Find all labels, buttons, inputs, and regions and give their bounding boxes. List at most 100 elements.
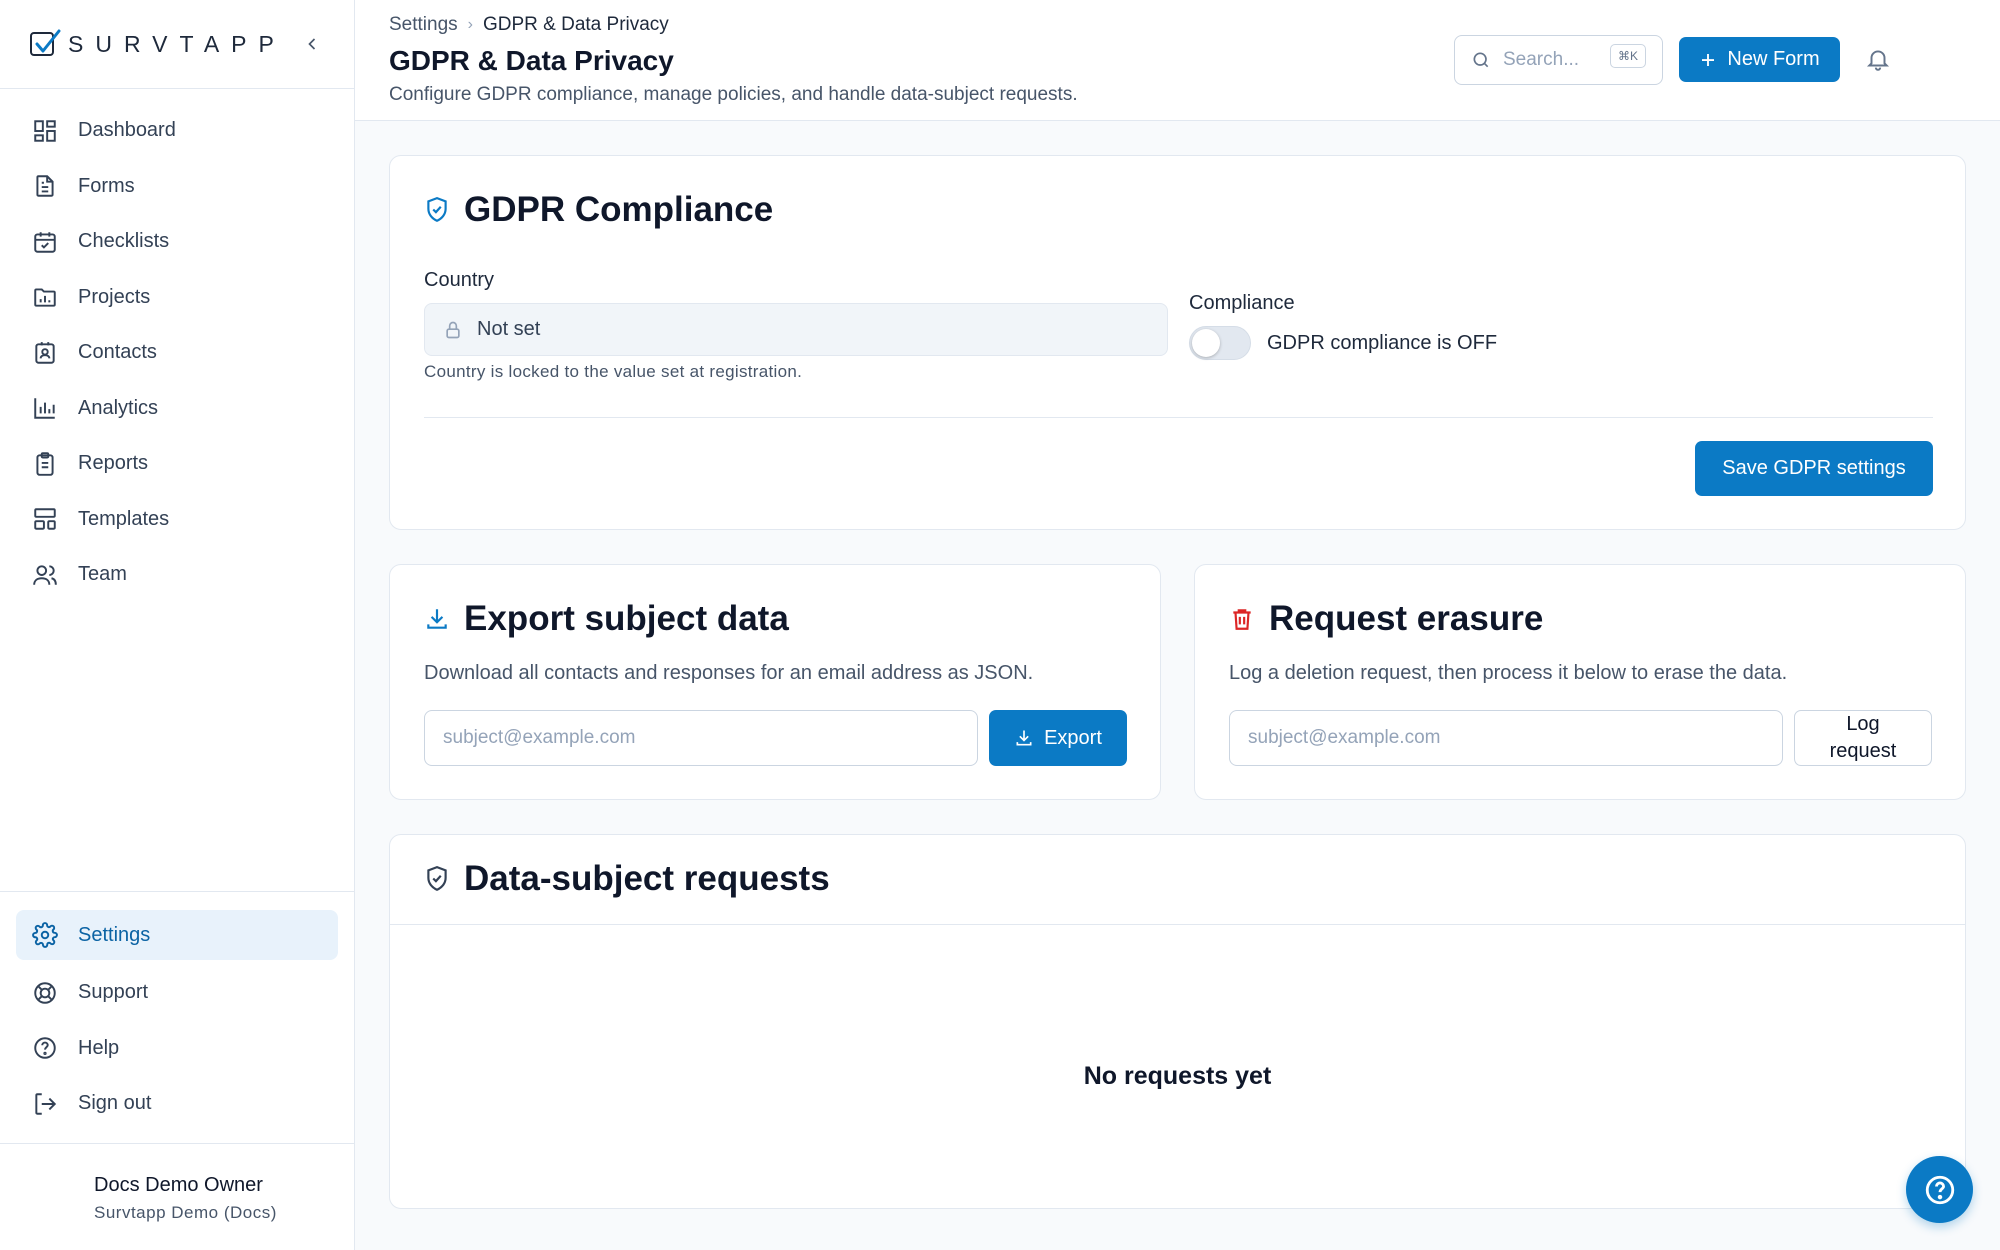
page-subtitle: Configure GDPR compliance, manage polici… — [389, 84, 1078, 105]
divider — [390, 924, 1965, 925]
plus-icon — [1702, 53, 1715, 66]
check-box-logo-icon — [30, 29, 61, 56]
export-button-label: Export — [1044, 726, 1102, 749]
sidebar-item-label: Help — [78, 1036, 120, 1059]
log-request-label: Log request — [1829, 713, 1897, 762]
export-button[interactable]: Export — [989, 710, 1127, 766]
calendar-check-icon — [34, 232, 56, 253]
bell-icon — [1866, 50, 1890, 71]
chevron-right-icon: › — [467, 16, 473, 33]
sidebar-item-team[interactable]: Team — [0, 547, 354, 603]
download-icon — [1016, 730, 1032, 746]
export-email-input[interactable] — [424, 710, 978, 766]
data-subject-requests-card: Data-subject requests No requests yet — [389, 834, 1966, 1209]
search-placeholder: Search... — [1503, 49, 1580, 70]
request-erasure-card: Request erasure Log a deletion request, … — [1194, 564, 1966, 800]
requests-empty-state: No requests yet — [1083, 1062, 1272, 1090]
search-input[interactable]: Search... ⌘K — [1454, 35, 1663, 85]
sidebar-item-label: Settings — [78, 923, 151, 946]
user-name: Docs Demo Owner — [94, 1174, 263, 1196]
toggle-knob — [1192, 329, 1220, 357]
page-title: GDPR & Data Privacy — [389, 45, 674, 76]
clipboard-icon — [36, 451, 54, 476]
requests-card-title: Data-subject requests — [424, 859, 830, 899]
user-org: Survtapp Demo (Docs) — [94, 1203, 277, 1222]
erasure-card-title: Request erasure — [1229, 599, 1543, 639]
breadcrumb: Settings › GDPR & Data Privacy — [389, 14, 669, 36]
sidebar-item-reports[interactable]: Reports — [0, 436, 354, 492]
sidebar-item-label: Reports — [78, 452, 149, 475]
export-card-title: Export subject data — [424, 599, 789, 639]
user-profile[interactable]: Docs Demo Owner Survtapp Demo (Docs) — [0, 1143, 354, 1250]
sidebar: SURVTAPP Dashboard Forms Checklists Proj… — [0, 0, 355, 1250]
sidebar-bottom-nav: Settings Support Help Sign out — [0, 891, 354, 1132]
page-header: Settings › GDPR & Data Privacy GDPR & Da… — [355, 0, 2000, 121]
gdpr-card-title: GDPR Compliance — [424, 190, 773, 230]
erasure-email-input[interactable] — [1229, 710, 1783, 766]
erasure-title-text: Request erasure — [1269, 599, 1544, 638]
document-icon — [36, 175, 54, 197]
folder-chart-icon — [34, 288, 56, 307]
shield-check-icon — [427, 866, 447, 891]
question-circle-icon — [34, 1037, 56, 1059]
sidebar-item-label: Forms — [78, 174, 135, 197]
sidebar-item-support[interactable]: Support — [0, 965, 354, 1021]
brand-name: SURVTAPP — [68, 30, 286, 57]
sign-out-icon — [35, 1093, 57, 1115]
sidebar-item-contacts[interactable]: Contacts — [0, 325, 354, 381]
new-form-label: New Form — [1727, 48, 1820, 70]
users-icon — [33, 565, 57, 585]
collapse-sidebar-button[interactable] — [300, 32, 324, 56]
sidebar-item-label: Sign out — [78, 1092, 152, 1115]
sidebar-item-settings[interactable]: Settings — [16, 910, 338, 960]
sidebar-item-label: Templates — [78, 507, 170, 530]
shield-check-icon — [427, 197, 447, 222]
new-form-button[interactable]: New Form — [1679, 37, 1840, 82]
search-shortcut: ⌘K — [1609, 44, 1646, 68]
sidebar-item-forms[interactable]: Forms — [0, 159, 354, 215]
dashboard-icon — [34, 120, 56, 142]
sidebar-item-projects[interactable]: Projects — [0, 270, 354, 326]
gdpr-title-text: GDPR Compliance — [464, 190, 774, 229]
question-circle-icon — [1925, 1175, 1954, 1204]
save-gdpr-settings-button[interactable]: Save GDPR settings — [1695, 441, 1933, 496]
erasure-description: Log a deletion request, then process it … — [1229, 662, 1788, 684]
compliance-toggle-row: GDPR compliance is OFF — [1189, 326, 1497, 360]
sidebar-item-templates[interactable]: Templates — [0, 492, 354, 548]
search-icon — [1473, 52, 1489, 68]
sidebar-item-help[interactable]: Help — [0, 1021, 354, 1077]
notifications-button[interactable] — [1865, 46, 1891, 72]
sidebar-item-checklists[interactable]: Checklists — [0, 214, 354, 270]
download-icon — [427, 609, 447, 629]
sidebar-item-label: Support — [78, 981, 149, 1004]
lifebuoy-icon — [34, 982, 56, 1004]
gear-icon — [32, 922, 58, 948]
country-label: Country — [424, 269, 495, 291]
sidebar-item-label: Projects — [78, 285, 151, 308]
sidebar-item-analytics[interactable]: Analytics — [0, 381, 354, 437]
breadcrumb-settings-link[interactable]: Settings — [389, 14, 458, 36]
lock-icon — [446, 321, 460, 338]
brand-logo[interactable]: SURVTAPP — [28, 27, 286, 61]
log-request-button[interactable]: Log request — [1794, 710, 1932, 766]
floating-help-button[interactable] — [1906, 1156, 1973, 1223]
brand-header: SURVTAPP — [0, 0, 354, 89]
requests-title-text: Data-subject requests — [464, 859, 830, 898]
sidebar-item-sign-out[interactable]: Sign out — [0, 1076, 354, 1132]
sidebar-item-dashboard[interactable]: Dashboard — [0, 103, 354, 159]
sidebar-item-label: Dashboard — [78, 119, 176, 142]
contact-card-icon — [35, 341, 55, 364]
compliance-status: GDPR compliance is OFF — [1267, 331, 1498, 354]
trash-icon — [1233, 609, 1251, 630]
layout-icon — [34, 508, 56, 530]
chevron-left-icon — [308, 38, 316, 50]
main-nav: Dashboard Forms Checklists Projects Cont… — [0, 89, 354, 603]
country-help-text: Country is locked to the value set at re… — [424, 362, 803, 381]
gdpr-compliance-card: GDPR Compliance Country Not set Country … — [389, 155, 1966, 530]
export-description: Download all contacts and responses for … — [424, 662, 1034, 684]
sidebar-item-label: Contacts — [78, 341, 157, 364]
sidebar-item-label: Team — [78, 563, 127, 586]
country-value: Not set — [477, 318, 541, 340]
export-title-text: Export subject data — [464, 599, 789, 638]
compliance-toggle[interactable] — [1189, 326, 1251, 360]
